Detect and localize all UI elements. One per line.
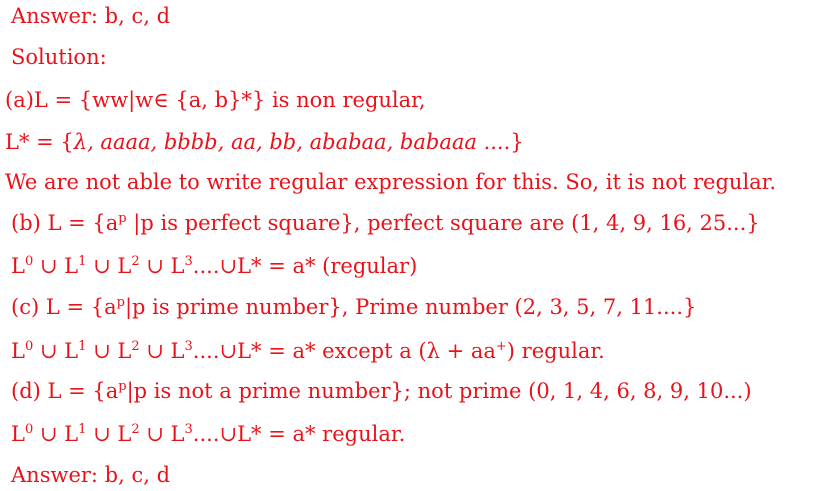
- union-term: ∪ L: [139, 422, 185, 446]
- union-term: ∪ L: [86, 422, 132, 446]
- part-b-definition: (b) L = {ap |p is perfect square}, perfe…: [11, 210, 760, 236]
- union-tail: ) regular.: [506, 339, 605, 363]
- part-d-union: L0 ∪ L1 ∪ L2 ∪ L3....∪L* = a* regular.: [11, 421, 405, 447]
- union-term: ∪ L: [33, 339, 79, 363]
- c-def-sup: p: [116, 295, 125, 310]
- c-def-pre: (c) L = {a: [11, 295, 117, 319]
- b-def-sup: p: [118, 211, 127, 226]
- union-tail: ....∪L* = a* (regular): [192, 254, 418, 278]
- part-a-lstar: L* = {λ, aaaa, bbbb, aa, bb, ababaa, bab…: [5, 129, 524, 155]
- part-d-definition: (d) L = {ap|p is not a prime number}; no…: [11, 378, 752, 404]
- part-c-definition: (c) L = {ap|p is prime number}, Prime nu…: [11, 294, 696, 320]
- union-exp: 3: [184, 422, 193, 437]
- union-exp: 2: [131, 339, 140, 354]
- union-term: ∪ L: [139, 339, 185, 363]
- solution-heading: Solution:: [11, 45, 107, 69]
- part-b-union: L0 ∪ L1 ∪ L2 ∪ L3....∪L* = a* (regular): [11, 253, 417, 279]
- answer-bottom: Answer: b, c, d: [11, 463, 171, 487]
- union-exp: 0: [24, 254, 34, 269]
- answer-top: Answer: b, c, d: [11, 4, 171, 28]
- union-exp: 0: [24, 422, 34, 437]
- b-def-post: |p is perfect square}, perfect square ar…: [126, 211, 760, 235]
- lstar-suffix: }: [510, 130, 524, 154]
- d-def-sup: p: [118, 379, 127, 394]
- union-term: L: [11, 254, 25, 278]
- union-exp: 2: [131, 422, 140, 437]
- union-tail: ....∪L* = a* except a (λ + aa: [192, 339, 496, 363]
- union-exp: 2: [131, 254, 140, 269]
- c-def-post: |p is prime number}, Prime number (2, 3,…: [124, 295, 697, 319]
- union-tail: ....∪L* = a* regular.: [192, 422, 406, 446]
- union-exp: 0: [24, 339, 34, 354]
- lstar-set: λ, aaaa, bbbb, aa, bb, ababaa, babaaa ..…: [73, 130, 511, 154]
- d-def-pre: (d) L = {a: [11, 379, 119, 403]
- part-c-union: L0 ∪ L1 ∪ L2 ∪ L3....∪L* = a* except a (…: [11, 338, 605, 364]
- union-term: ∪ L: [139, 254, 185, 278]
- union-term: L: [11, 422, 25, 446]
- lstar-prefix: L* = {: [5, 130, 74, 154]
- union-exp: 3: [184, 254, 193, 269]
- part-a-explanation: We are not able to write regular express…: [5, 170, 777, 194]
- union-exp: +: [495, 339, 507, 354]
- b-def-pre: (b) L = {a: [11, 211, 119, 235]
- union-term: ∪ L: [33, 422, 79, 446]
- union-term: ∪ L: [86, 339, 132, 363]
- union-term: L: [11, 339, 25, 363]
- union-exp: 3: [184, 339, 193, 354]
- part-a-definition: (a)L = {ww|w∈ {a, b}*} is non regular,: [5, 88, 426, 112]
- union-term: ∪ L: [86, 254, 132, 278]
- union-term: ∪ L: [33, 254, 79, 278]
- d-def-post: |p is not a prime number}; not prime (0,…: [126, 379, 752, 403]
